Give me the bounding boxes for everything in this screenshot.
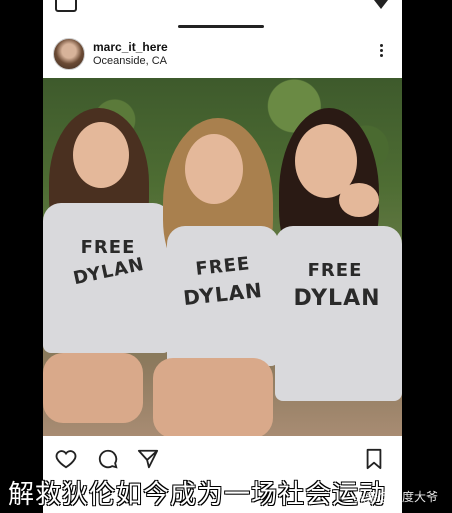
home-indicator xyxy=(178,25,264,28)
username[interactable]: marc_it_here xyxy=(93,40,168,54)
location[interactable]: Oceanside, CA xyxy=(93,55,167,67)
post-photo[interactable]: FREE DYLAN FREE DYLAN FREE DYLAN xyxy=(43,78,402,436)
comment-icon[interactable] xyxy=(97,448,119,470)
shirt-text-dylan: DYLAN xyxy=(293,286,381,311)
person-center: FREE DYLAN xyxy=(153,118,283,436)
shirt-text-free: FREE xyxy=(307,260,363,281)
post-header: marc_it_here Oceanside, CA xyxy=(43,34,402,78)
avatar[interactable] xyxy=(53,38,85,70)
shirt-text-dylan: DYLAN xyxy=(182,277,264,311)
signal-icon xyxy=(374,0,388,9)
phone-screen: marc_it_here Oceanside, CA FREE DYLAN FR… xyxy=(43,0,402,513)
bookmark-icon[interactable] xyxy=(363,448,385,470)
watermark: 头条@零度大爷 xyxy=(353,490,438,504)
shirt-text-dylan: DYLAN xyxy=(71,253,147,290)
person-right: FREE DYLAN xyxy=(269,108,402,436)
heart-icon[interactable] xyxy=(55,448,77,470)
more-options-icon[interactable] xyxy=(380,44,384,60)
camera-icon xyxy=(55,0,77,12)
pointing-hand xyxy=(339,183,379,217)
shirt-text-free: FREE xyxy=(194,253,252,280)
send-icon[interactable] xyxy=(137,448,159,470)
status-bar xyxy=(43,0,402,28)
